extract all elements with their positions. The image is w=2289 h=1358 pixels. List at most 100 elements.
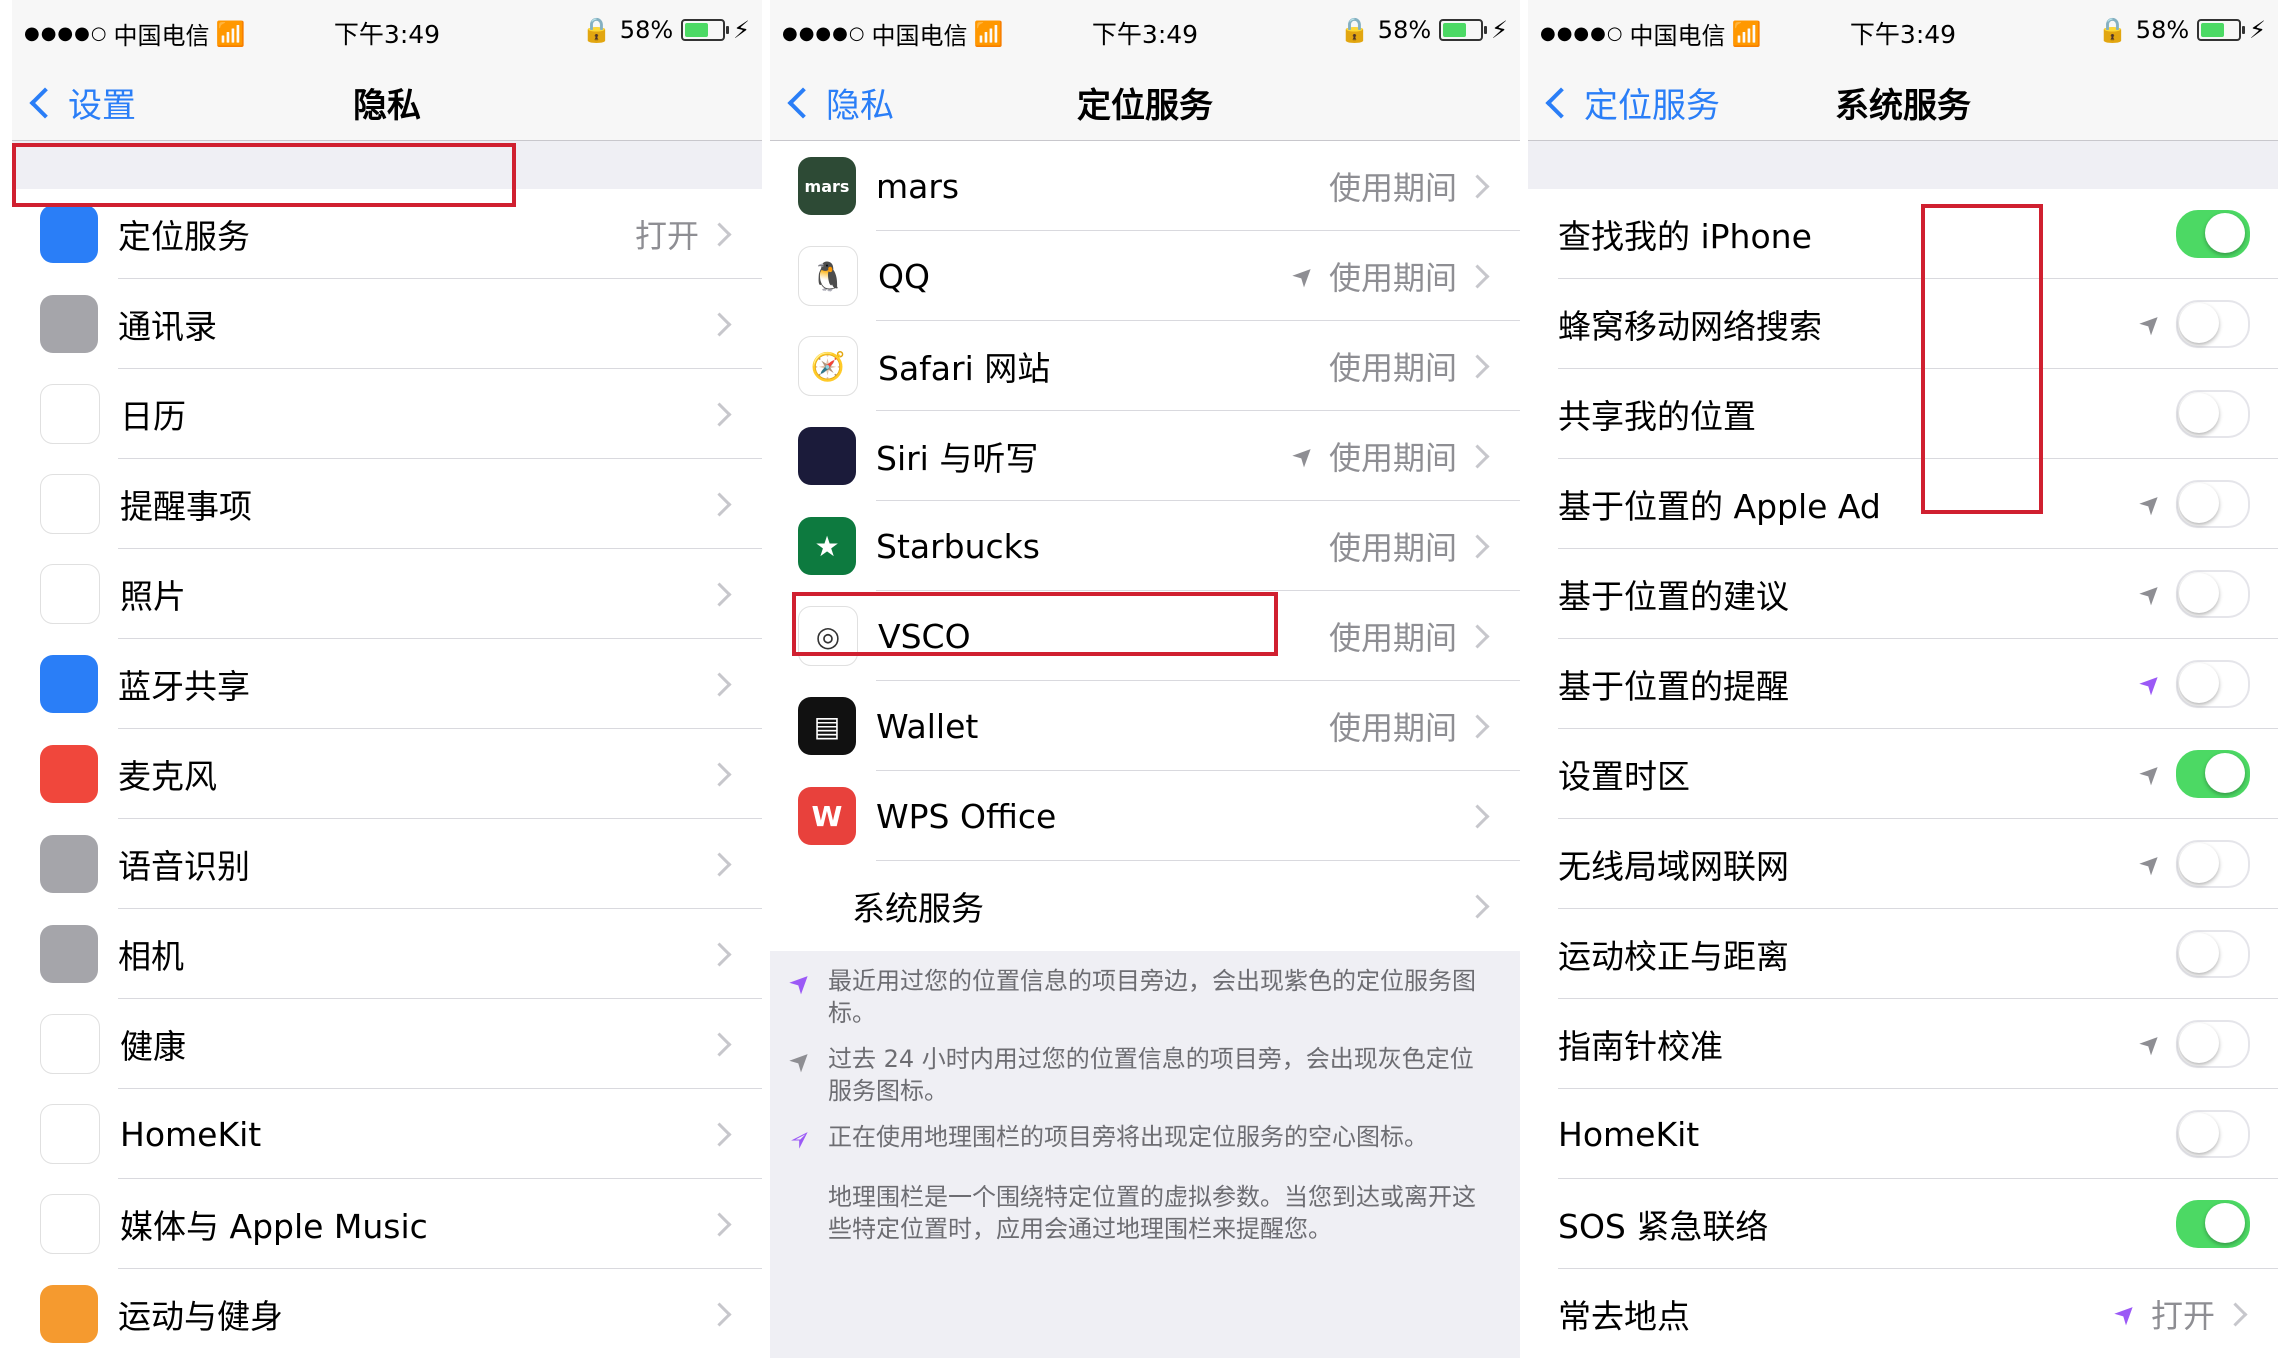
toggle-switch[interactable] [2176, 1200, 2250, 1248]
system-service-row: SOS 紧急联络 [1528, 1179, 2278, 1269]
privacy-row[interactable]: HomeKit [12, 1089, 762, 1179]
row-label: 运动与健身 [118, 1297, 283, 1336]
row-detail: 使用期间 [1328, 169, 1457, 207]
battery-percent: 58% [2135, 16, 2190, 44]
app-location-list: mars mars 使用期间 🐧 QQ ➤ 使用期间 🧭 Safari 网站 使用期间 Siri 与… [770, 141, 1520, 861]
privacy-row[interactable]: 通讯录 [12, 279, 762, 369]
chevron-right-icon [707, 491, 732, 517]
siri-icon [798, 427, 856, 485]
row-label: 提醒事项 [120, 487, 252, 526]
chevron-right-icon [1465, 173, 1490, 199]
toggle-switch[interactable] [2176, 1110, 2250, 1158]
privacy-row[interactable]: 媒体与 Apple Music [12, 1179, 762, 1269]
toggle-switch[interactable] [2176, 930, 2250, 978]
toggle-knob [2179, 1113, 2219, 1153]
chevron-right-icon [707, 941, 732, 967]
chevron-right-icon [707, 401, 732, 427]
app-row[interactable]: W WPS Office [770, 771, 1520, 861]
toggle-switch[interactable] [2176, 480, 2250, 528]
row-label: 指南针校准 [1558, 1027, 1723, 1066]
privacy-row[interactable]: 健康 [12, 999, 762, 1089]
page-title: 系统服务 [1835, 86, 1971, 126]
system-service-row: 无线局域网联网 ➤ [1528, 819, 2278, 909]
row-label: Siri 与听写 [876, 439, 1039, 478]
app-row[interactable]: 🐧 QQ ➤ 使用期间 [770, 231, 1520, 321]
toggle-switch[interactable] [2176, 660, 2250, 708]
legend-note: ➤ 过去 24 小时内用过您的位置信息的项目旁，会出现灰色定位服务图标。 [770, 1029, 1520, 1107]
privacy-row[interactable]: 提醒事项 [12, 459, 762, 549]
privacy-row[interactable]: 语音识别 [12, 819, 762, 909]
toggle-knob [2179, 1023, 2219, 1063]
row-detail: 使用期间 [1328, 619, 1457, 657]
battery-icon [2197, 19, 2246, 41]
system-service-row: 运动校正与距离 [1528, 909, 2278, 999]
legend-note: ➤ 最近用过您的位置信息的项目旁边，会出现紫色的定位服务图标。 [770, 951, 1520, 1029]
vsco-icon: ◎ [798, 606, 858, 666]
toggle-knob [2179, 843, 2219, 883]
toggle-switch[interactable] [2176, 390, 2250, 438]
system-service-row: HomeKit [1528, 1089, 2278, 1179]
privacy-row[interactable]: 麦克风 [12, 729, 762, 819]
system-service-row: 基于位置的建议 ➤ [1528, 549, 2278, 639]
row-detail: 使用期间 [1328, 259, 1457, 297]
legend-note: ➢ 正在使用地理围栏的项目旁将出现定位服务的空心图标。 [770, 1107, 1520, 1158]
app-row[interactable]: mars mars 使用期间 [770, 141, 1520, 231]
toggle-switch[interactable] [2176, 840, 2250, 888]
app-row[interactable]: ▤ Wallet 使用期间 [770, 681, 1520, 771]
app-row[interactable]: ★ Starbucks 使用期间 [770, 501, 1520, 591]
legend-note-text: 正在使用地理围栏的项目旁将出现定位服务的空心图标。 [828, 1123, 1428, 1151]
row-detail: 使用期间 [1328, 439, 1457, 477]
photos-icon [40, 564, 100, 624]
system-service-row: 蜂窝移动网络搜索 ➤ [1528, 279, 2278, 369]
row-detail: 使用期间 [1328, 529, 1457, 567]
row-label: 语音识别 [118, 847, 250, 886]
system-service-row: 基于位置的 Apple Ad ➤ [1528, 459, 2278, 549]
privacy-screen: ●●●●○ 中国电信 📶 下午3:49 🔒 58% ⚡ 设置 隐私 定位服务 打开 通讯录日… [12, 0, 762, 1358]
privacy-row[interactable]: 蓝牙共享 [12, 639, 762, 729]
chevron-right-icon [707, 221, 732, 247]
chevron-right-icon [1465, 443, 1490, 469]
system-services-screen: ●●●●○ 中国电信 📶 下午3:49 🔒 58% ⚡ 定位服务 系统服务 查找我的 i… [1528, 0, 2278, 1358]
page-title: 隐私 [353, 86, 421, 126]
row-label: QQ [878, 256, 930, 296]
row-label: Safari 网站 [878, 349, 1051, 388]
nav-bar: 设置 隐私 [12, 58, 762, 141]
toggle-switch[interactable] [2176, 210, 2250, 258]
app-row[interactable]: 🧭 Safari 网站 使用期间 [770, 321, 1520, 411]
privacy-row[interactable]: 日历 [12, 369, 762, 459]
row-label: 健康 [120, 1027, 186, 1066]
row-label: 通讯录 [118, 307, 217, 346]
purple-location-arrow-icon: ➤ [782, 964, 820, 1002]
homekit-icon [40, 1104, 100, 1164]
toggle-switch[interactable] [2176, 750, 2250, 798]
system-service-row: 设置时区 ➤ [1528, 729, 2278, 819]
row-label: 设置时区 [1558, 757, 1690, 796]
system-services-section: 系统服务 [770, 861, 1520, 951]
starbucks-icon: ★ [798, 517, 856, 575]
health-icon [40, 1014, 100, 1074]
toggle-switch[interactable] [2176, 1020, 2250, 1068]
toggle-switch[interactable] [2176, 570, 2250, 618]
privacy-row[interactable]: 照片 [12, 549, 762, 639]
app-row[interactable]: Siri 与听写 ➤ 使用期间 [770, 411, 1520, 501]
system-services-row[interactable]: 系统服务 [770, 861, 1520, 951]
privacy-row[interactable]: 运动与健身 [12, 1269, 762, 1358]
chevron-right-icon [1465, 623, 1490, 649]
app-row[interactable]: ◎ VSCO 使用期间 [770, 591, 1520, 681]
nav-bar: 隐私 定位服务 [770, 58, 1520, 141]
legend-note-text: 最近用过您的位置信息的项目旁边，会出现紫色的定位服务图标。 [828, 967, 1476, 1027]
system-services-list: 查找我的 iPhone 蜂窝移动网络搜索 ➤ 共享我的位置 基于位置的 Apple Ad… [1528, 189, 2278, 1358]
page-title: 定位服务 [1077, 86, 1213, 126]
privacy-row[interactable]: 相机 [12, 909, 762, 999]
row-label: 蜂窝移动网络搜索 [1558, 307, 1822, 346]
safari-icon: 🧭 [798, 336, 858, 396]
rotation-lock-icon: 🔒 [1339, 16, 1370, 44]
privacy-row[interactable]: 定位服务 打开 [12, 189, 762, 279]
system-service-row[interactable]: 常去地点 ➤ 打开 [1528, 1269, 2278, 1358]
toggle-switch[interactable] [2176, 300, 2250, 348]
row-label: HomeKit [1558, 1114, 1700, 1154]
row-label: 照片 [120, 577, 186, 616]
footer-notes: ➤ 最近用过您的位置信息的项目旁边，会出现紫色的定位服务图标。 ➤ 过去 24 小时内… [770, 951, 1520, 1158]
system-service-row: 共享我的位置 [1528, 369, 2278, 459]
battery-icon [681, 19, 730, 41]
